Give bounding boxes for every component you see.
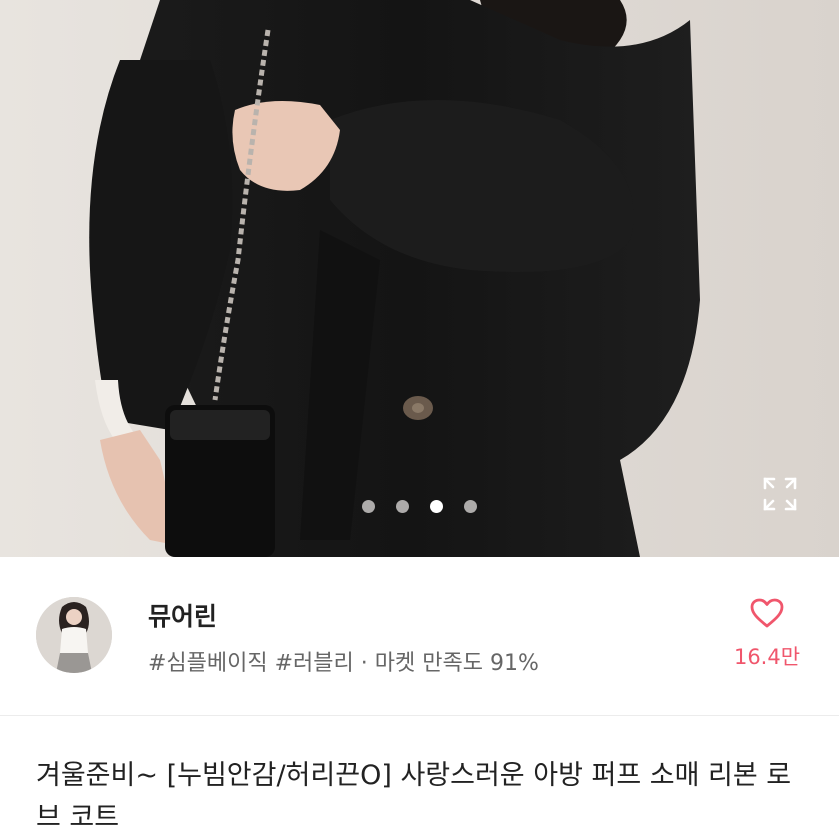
seller-info-bar: 뮤어린 #심플베이직 #러블리 · 마켓 만족도 91% 16.4만 (0, 557, 839, 716)
product-image-gallery[interactable] (0, 0, 839, 557)
pagination-dot-3-active[interactable] (430, 500, 443, 513)
product-photo (89, 0, 700, 557)
pagination-dot-4[interactable] (464, 500, 477, 513)
pagination-dot-2[interactable] (396, 500, 409, 513)
heart-outline-icon (750, 598, 784, 628)
seller-avatar[interactable] (36, 597, 112, 673)
seller-tags: #심플베이직 #러블리 · 마켓 만족도 91% (148, 651, 539, 676)
expand-icon[interactable] (762, 476, 798, 512)
pagination-dot-1[interactable] (362, 500, 375, 513)
like-button[interactable]: 16.4만 (722, 597, 812, 671)
product-title: 겨울준비~ [누빔안감/허리끈O] 사랑스러운 아방 퍼프 소매 리본 로브 코… (36, 760, 792, 833)
like-count: 16.4만 (733, 645, 801, 669)
seller-name[interactable]: 뮤어린 (148, 597, 217, 633)
gallery-pagination (0, 500, 839, 513)
